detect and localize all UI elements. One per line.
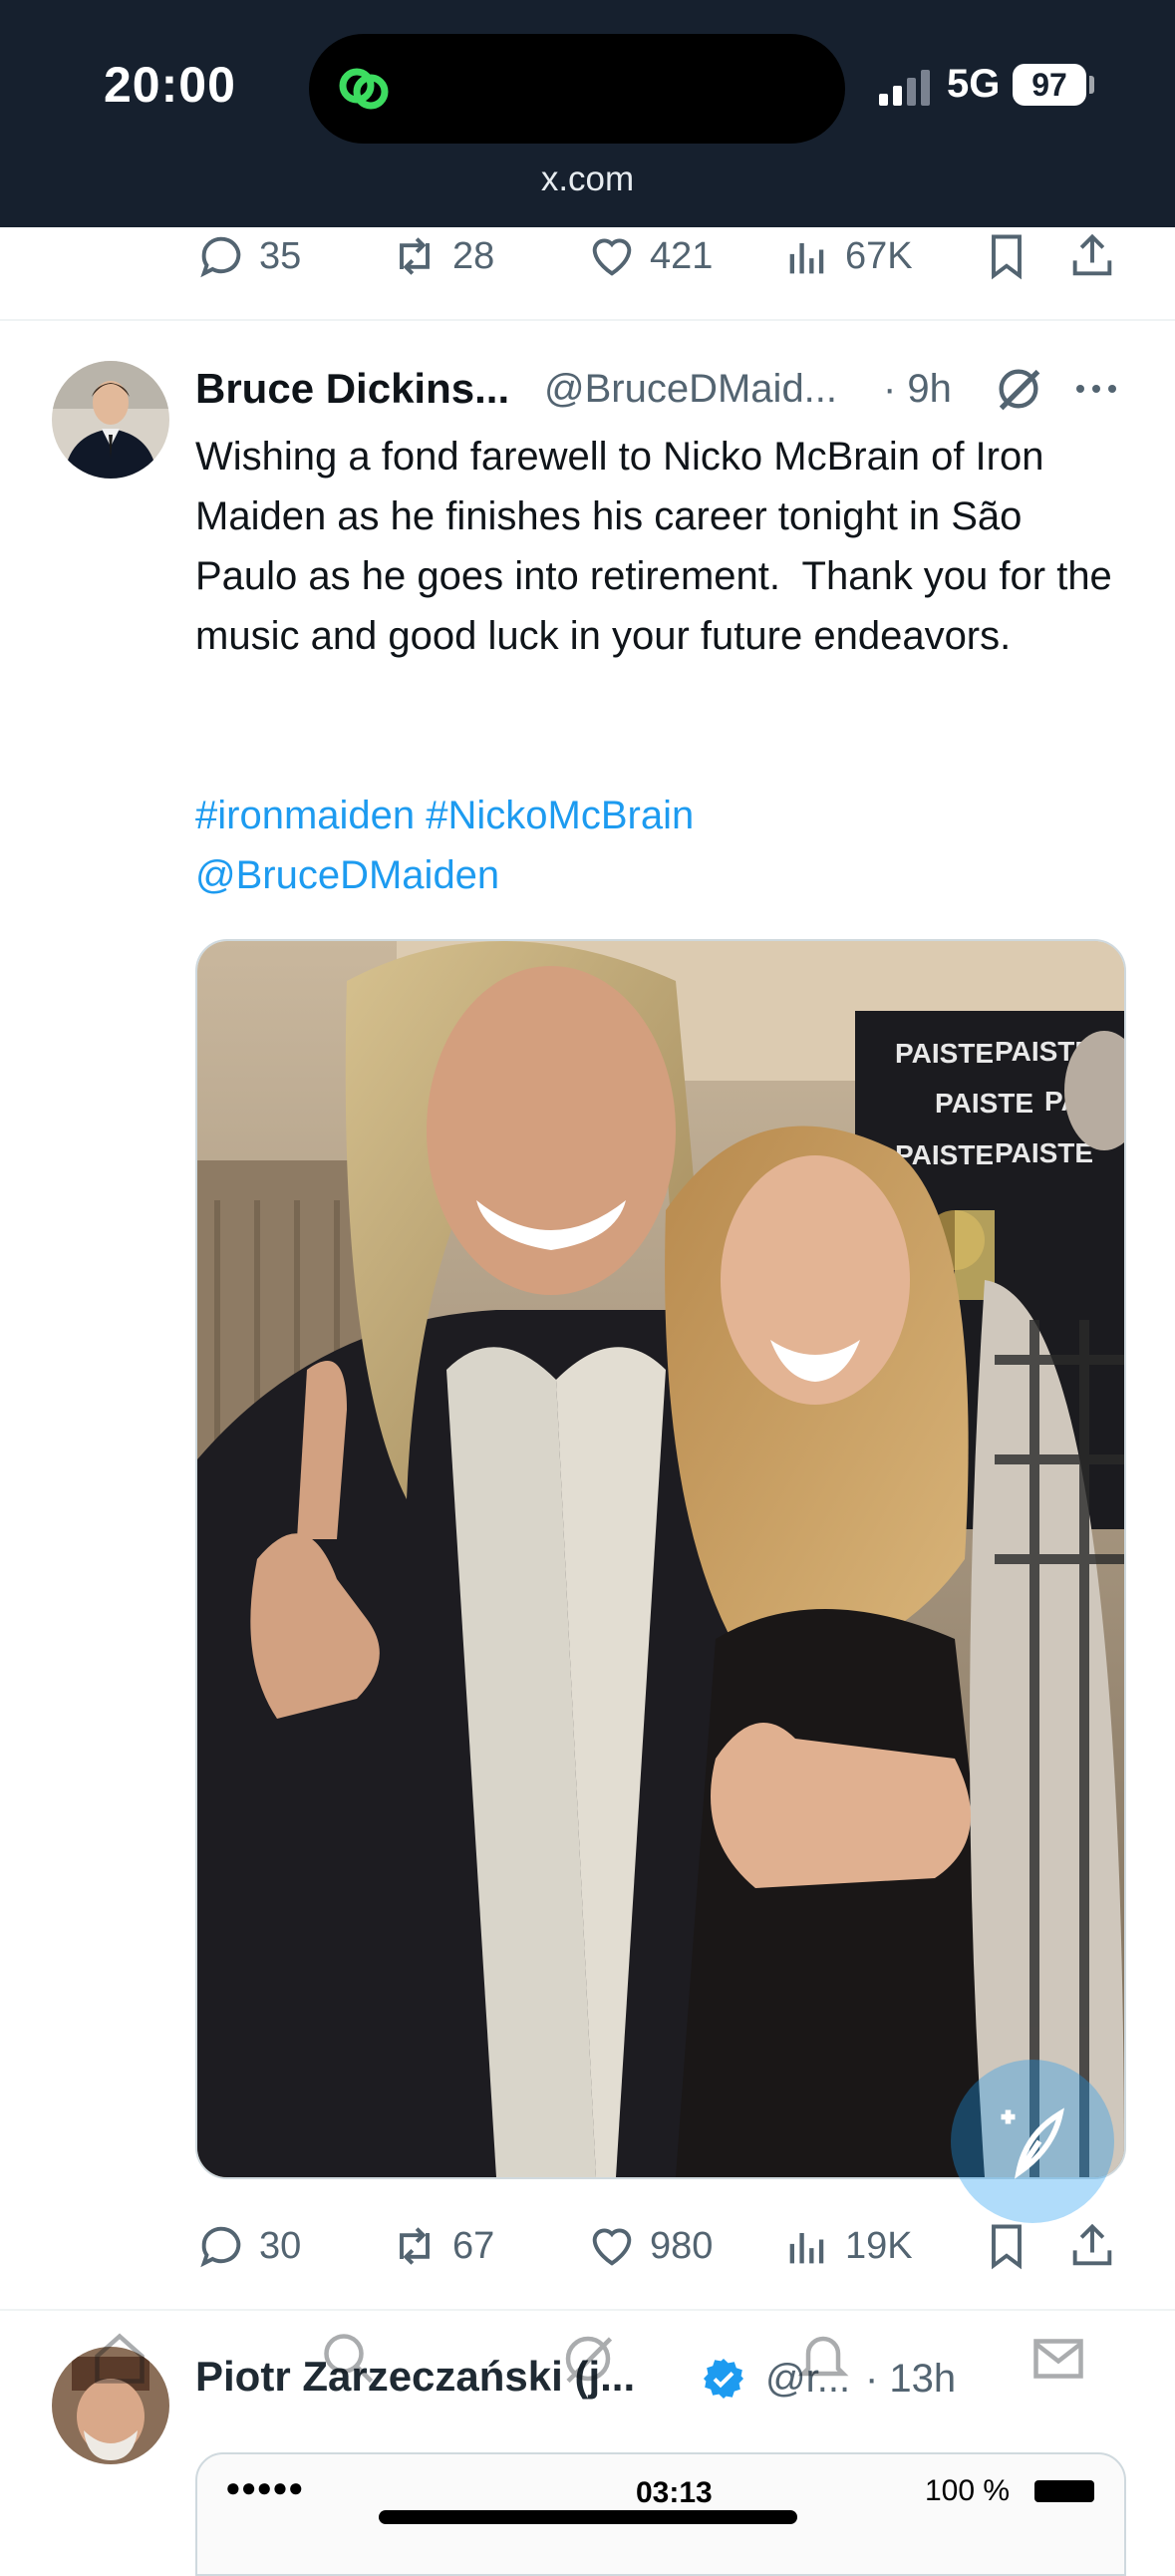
tweet-divider [0,2309,1175,2311]
compose-button[interactable] [951,2060,1114,2223]
grok-icon[interactable] [993,363,1044,415]
more-options-icon[interactable] [1072,371,1120,407]
reply-icon [200,236,241,278]
media-time: 03:13 [636,2476,713,2509]
home-indicator[interactable] [379,2510,797,2524]
status-time: 20:00 [104,57,236,113]
reply-button[interactable]: 30 [195,2211,301,2281]
author-name[interactable]: Bruce Dickins... [195,365,509,413]
like-button[interactable]: 421 [586,221,713,291]
tweet-tags: #ironmaiden #NickoMcBrain @BruceDMaiden [195,786,694,905]
tweet-time[interactable]: · 9h [883,367,952,412]
hashtag-links[interactable]: #ironmaiden #NickoMcBrain [195,786,694,845]
heart-icon [592,238,632,276]
address-bar-url[interactable]: x.com [0,160,1175,199]
messages-icon[interactable] [1027,2329,1090,2389]
repost-icon [400,2227,430,2265]
bookmark-icon [992,2224,1022,2270]
link-icon [339,68,389,110]
tweet-actions: 30 67 980 19K [0,2211,1175,2281]
share-button[interactable] [1066,2211,1130,2281]
share-icon [1072,2223,1112,2266]
reply-button[interactable]: 35 [195,221,301,291]
media-battery-icon [1034,2480,1094,2502]
media-signal-dots: ●●●●● [225,2472,304,2502]
grok-tab-icon[interactable] [558,2329,618,2389]
repost-button[interactable]: 28 [389,221,494,291]
battery-indicator: 97 [1013,64,1086,106]
dynamic-island [309,34,845,144]
bottom-tab-bar [0,2313,1175,2462]
like-button[interactable]: 980 [586,2211,713,2281]
search-icon[interactable] [319,2329,379,2389]
views-chart-icon [789,243,824,274]
tweet-photo[interactable]: PAISTE PAISTE PAISTE PAISTE PAISTE PAIST… [195,939,1126,2179]
media-battery: 100 % [925,2474,1011,2507]
backdrop-text-3: PAISTE [935,1088,1033,1119]
author-handle[interactable]: @BruceDMaid... [544,367,837,412]
mention-link[interactable]: @BruceDMaiden [195,845,694,905]
prev-tweet-actions: 35 28 421 67K [0,221,1175,291]
repost-icon [400,237,430,275]
cellular-signal-icon [879,70,930,106]
views-chart-icon [789,2233,824,2264]
home-icon[interactable] [90,2329,149,2389]
bookmark-button[interactable] [981,221,1044,291]
tweet-divider [0,319,1175,321]
bookmark-button[interactable] [981,2211,1044,2281]
share-button[interactable] [1066,221,1130,291]
views-button[interactable]: 67K [781,221,913,291]
reply-icon [200,2226,241,2268]
heart-icon [592,2228,632,2266]
views-button[interactable]: 19K [781,2211,913,2281]
bookmark-icon [992,234,1022,280]
network-type: 5G [947,62,1001,106]
backdrop-text-6: PAISTE [995,1137,1093,1168]
battery-tip [1089,76,1094,94]
backdrop-text-1: PAISTE [895,1038,994,1069]
tweet-text: Wishing a fond farewell to Nicko McBrain… [195,435,1123,658]
compose-feather-icon [1001,2107,1064,2179]
share-icon [1072,233,1112,276]
author-avatar[interactable] [52,361,169,479]
notifications-icon[interactable] [793,2329,853,2389]
status-bar: 20:00 5G 97 x.com [0,0,1175,227]
repost-button[interactable]: 67 [389,2211,494,2281]
